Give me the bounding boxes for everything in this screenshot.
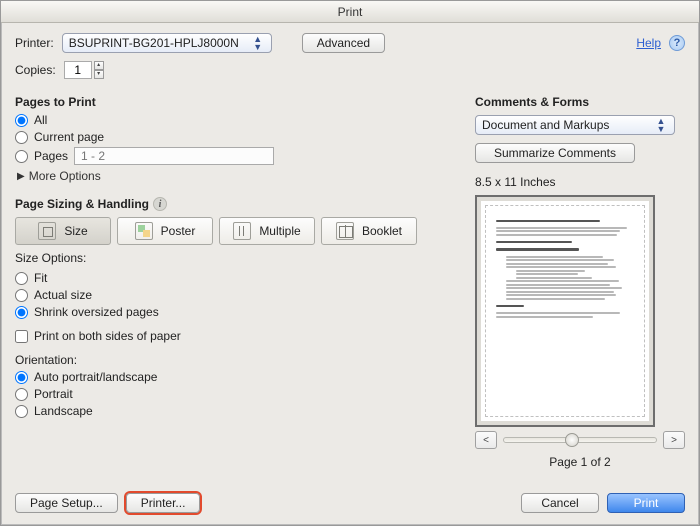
help-link[interactable]: Help [636, 36, 661, 50]
orientation-label: Orientation: [15, 353, 455, 367]
radio-landscape[interactable] [15, 405, 28, 418]
radio-actual[interactable] [15, 289, 28, 302]
radio-current-label: Current page [34, 130, 104, 144]
more-options-label: More Options [29, 169, 101, 183]
summarize-comments-button[interactable]: Summarize Comments [475, 143, 635, 163]
seg-poster-label: Poster [161, 224, 196, 238]
disclosure-triangle-icon: ▶ [17, 171, 25, 182]
copies-stepper[interactable]: ▴ ▾ [64, 61, 104, 79]
stepper-up-icon[interactable]: ▴ [94, 61, 104, 70]
printer-select[interactable]: BSUPRINT-BG201-HPLJ8000N ▲▼ [62, 33, 272, 53]
summarize-comments-label: Summarize Comments [494, 146, 616, 160]
radio-shrink-label: Shrink oversized pages [34, 305, 159, 319]
cancel-button-label: Cancel [541, 496, 578, 510]
print-button-label: Print [634, 496, 659, 510]
more-options-disclosure[interactable]: ▶ More Options [17, 169, 455, 183]
checkbox-both-sides-label: Print on both sides of paper [34, 329, 181, 343]
zoom-slider[interactable] [503, 437, 657, 443]
updown-icon: ▲▼ [251, 35, 265, 51]
left-column: Pages to Print All Current page Pages ▶ … [15, 87, 455, 485]
radio-landscape-label: Landscape [34, 404, 93, 418]
sizing-title: Page Sizing & Handling i [15, 197, 455, 211]
pages-to-print-title: Pages to Print [15, 95, 455, 109]
seg-poster[interactable]: Poster [117, 217, 213, 245]
printer-button-label: Printer... [141, 496, 186, 510]
seg-booklet[interactable]: Booklet [321, 217, 417, 245]
sizing-segmented-control: Size Poster Multiple Booklet [15, 217, 455, 245]
advanced-button[interactable]: Advanced [302, 33, 385, 53]
stepper-buttons[interactable]: ▴ ▾ [94, 61, 104, 79]
page-setup-button[interactable]: Page Setup... [15, 493, 118, 513]
cancel-button[interactable]: Cancel [521, 493, 599, 513]
seg-size-label: Size [64, 224, 87, 238]
printer-value: BSUPRINT-BG201-HPLJ8000N [69, 36, 239, 50]
radio-all[interactable] [15, 114, 28, 127]
print-dialog: Print Printer: BSUPRINT-BG201-HPLJ8000N … [0, 0, 700, 526]
radio-all-label: All [34, 113, 47, 127]
size-icon [38, 222, 56, 240]
page-preview [475, 195, 655, 427]
radio-auto-orientation-label: Auto portrait/landscape [34, 370, 157, 384]
radio-pages[interactable] [15, 150, 28, 163]
right-column: Comments & Forms Document and Markups ▲▼… [475, 87, 685, 485]
advanced-button-label: Advanced [317, 36, 370, 50]
dialog-content: Printer: BSUPRINT-BG201-HPLJ8000N ▲▼ Adv… [1, 23, 699, 525]
copies-input[interactable] [64, 61, 92, 79]
booklet-icon [336, 222, 354, 240]
poster-icon [135, 222, 153, 240]
radio-fit-label: Fit [34, 271, 47, 285]
radio-actual-label: Actual size [34, 288, 92, 302]
radio-auto-orientation[interactable] [15, 371, 28, 384]
seg-size[interactable]: Size [15, 217, 111, 245]
page-indicator: Page 1 of 2 [475, 455, 685, 469]
radio-portrait[interactable] [15, 388, 28, 401]
pages-range-input[interactable] [74, 147, 274, 165]
seg-multiple-label: Multiple [259, 224, 300, 238]
stepper-down-icon[interactable]: ▾ [94, 70, 104, 79]
size-options-label: Size Options: [15, 251, 455, 265]
radio-shrink[interactable] [15, 306, 28, 319]
multiple-icon [233, 222, 251, 240]
printer-button[interactable]: Printer... [126, 493, 201, 513]
updown-icon: ▲▼ [654, 117, 668, 133]
info-icon[interactable]: i [153, 197, 167, 211]
comments-select[interactable]: Document and Markups ▲▼ [475, 115, 675, 135]
seg-booklet-label: Booklet [362, 224, 402, 238]
title-bar[interactable]: Print [1, 1, 699, 23]
radio-current[interactable] [15, 131, 28, 144]
seg-multiple[interactable]: Multiple [219, 217, 315, 245]
comments-select-value: Document and Markups [482, 118, 609, 132]
checkbox-both-sides[interactable] [15, 330, 28, 343]
window-title: Print [338, 5, 363, 19]
paper-dimensions: 8.5 x 11 Inches [475, 175, 685, 189]
next-page-button[interactable]: > [663, 431, 685, 449]
printer-label: Printer: [15, 36, 54, 50]
zoom-slider-row: < > [475, 431, 685, 449]
radio-fit[interactable] [15, 272, 28, 285]
sizing-title-text: Page Sizing & Handling [15, 197, 149, 211]
footer: Page Setup... Printer... Cancel Print [15, 485, 685, 513]
preview-document-icon [485, 205, 645, 417]
comments-title: Comments & Forms [475, 95, 685, 109]
help-icon[interactable]: ? [669, 35, 685, 51]
radio-portrait-label: Portrait [34, 387, 73, 401]
radio-pages-label: Pages [34, 149, 68, 163]
print-button[interactable]: Print [607, 493, 685, 513]
prev-page-button[interactable]: < [475, 431, 497, 449]
page-setup-label: Page Setup... [30, 496, 103, 510]
slider-thumb-icon[interactable] [565, 433, 579, 447]
copies-label: Copies: [15, 63, 56, 77]
